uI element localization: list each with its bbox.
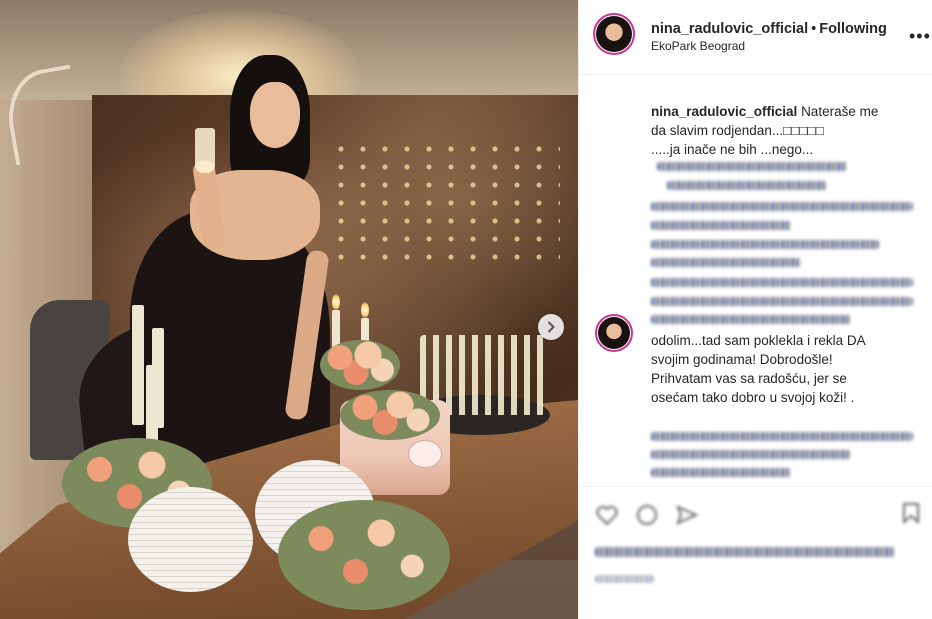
- username-link[interactable]: nina_radulovic_official: [651, 21, 808, 37]
- blurred-text: [651, 221, 791, 230]
- blurred-text: [651, 297, 913, 306]
- blurred-text: [657, 162, 847, 171]
- avatar[interactable]: [598, 317, 630, 349]
- cake-roses: [340, 390, 440, 440]
- woman-face: [250, 82, 300, 148]
- comment-line: osećam tako dobro u svojoj koži! .: [651, 390, 855, 405]
- comment-text: odolim...tad sam poklekla i rekla DA svo…: [651, 331, 921, 407]
- candle-flame: [361, 302, 369, 318]
- candle: [132, 305, 144, 425]
- blurred-timestamp: [595, 575, 655, 583]
- blurred-text: [651, 240, 879, 249]
- blurred-likes: [595, 547, 895, 557]
- post-author: nina_radulovic_official • Following: [651, 21, 887, 37]
- string-lights: [330, 140, 560, 260]
- comment-icon[interactable]: [635, 503, 659, 527]
- share-icon[interactable]: [675, 503, 699, 527]
- bookmark-icon[interactable]: [899, 501, 923, 525]
- blurred-text: [651, 432, 913, 441]
- caption-username[interactable]: nina_radulovic_official: [651, 104, 797, 119]
- caption-line: da slavim rodjendan...□□□□□: [651, 123, 824, 138]
- blurred-text: [651, 202, 913, 211]
- blurred-text: [667, 181, 827, 190]
- blurred-text: [651, 468, 791, 477]
- post-actions: [579, 486, 932, 619]
- more-options-icon[interactable]: •••: [909, 26, 931, 47]
- candle-flame: [332, 294, 340, 310]
- plate-stack: [128, 487, 253, 592]
- post-side-panel: nina_radulovic_official • Following EkoPar…: [578, 0, 932, 619]
- caption-text: nina_radulovic_official Nateraše me da s…: [651, 102, 921, 159]
- caption-line: .....ja inače ne bih ...nego...: [651, 142, 814, 157]
- heart-icon[interactable]: [595, 503, 619, 527]
- comment-line: Prihvatam vas sa radošću, jer se: [651, 371, 847, 386]
- caption-line: Nateraše me: [801, 104, 879, 119]
- next-photo-button[interactable]: [538, 314, 564, 340]
- blurred-text: [651, 258, 801, 267]
- chevron-right-icon: [548, 321, 555, 333]
- avatar[interactable]: [596, 16, 632, 52]
- following-button[interactable]: Following: [819, 21, 887, 37]
- rose-bouquet: [320, 340, 400, 390]
- blurred-text: [651, 450, 851, 459]
- post-header: nina_radulovic_official • Following EkoPar…: [579, 0, 932, 75]
- comments-list[interactable]: nina_radulovic_official Nateraše me da s…: [579, 76, 932, 486]
- cake-name-plaque: [408, 440, 442, 468]
- blurred-text: [651, 278, 913, 287]
- rose-bouquet: [278, 500, 450, 610]
- blurred-text: [651, 315, 851, 324]
- comment-line: svojim godinama! Dobrodošle!: [651, 352, 833, 367]
- location-link[interactable]: EkoPark Beograd: [651, 39, 745, 53]
- champagne-glass: [195, 128, 215, 173]
- post-photo[interactable]: [0, 0, 578, 619]
- separator-dot: •: [811, 21, 817, 37]
- comment-line: odolim...tad sam poklekla i rekla DA: [651, 333, 866, 348]
